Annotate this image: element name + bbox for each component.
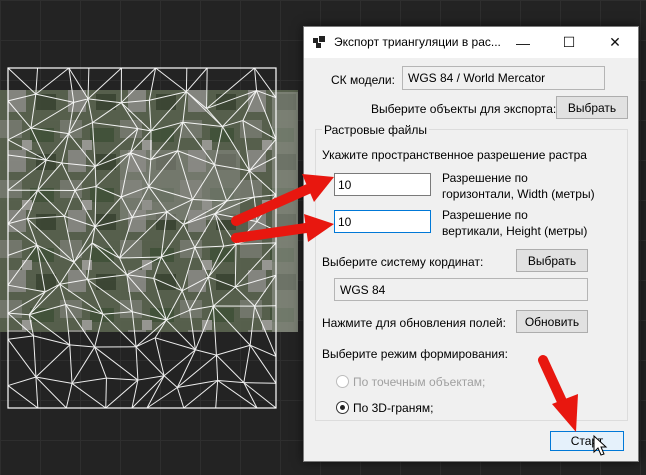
height-input[interactable]: 10 xyxy=(334,210,431,233)
select-objects-label: Выберите объекты для экспорта: xyxy=(371,102,557,116)
mesh-edge xyxy=(155,67,187,93)
mesh-edge xyxy=(69,344,95,348)
coord-system-value: WGS 84 xyxy=(340,283,386,297)
mesh-edge xyxy=(105,378,107,409)
height-label-line2: вертикали, Height (метры) xyxy=(442,224,588,238)
mesh-edge xyxy=(215,355,219,381)
mesh-edge xyxy=(35,344,71,378)
mesh-edge xyxy=(7,338,37,378)
mode-label: Выберите режим формирования: xyxy=(322,347,508,361)
width-label-line2: горизонтали, Width (метры) xyxy=(442,187,595,201)
maximize-button[interactable]: ☐ xyxy=(546,27,592,58)
mesh-edge xyxy=(71,377,107,384)
radio-3d-faces[interactable] xyxy=(336,401,349,414)
close-button[interactable]: ✕ xyxy=(592,27,638,58)
radio-point-objects-label: По точечным объектам; xyxy=(353,375,486,389)
cs-model-value: WGS 84 / World Mercator xyxy=(408,71,546,85)
mesh-edge xyxy=(215,380,219,409)
mesh-edge xyxy=(195,349,217,356)
mesh-edge xyxy=(217,380,258,409)
export-dialog: Экспорт триангуляции в рас... — ☐ ✕ СК м… xyxy=(303,26,639,462)
mesh-edge xyxy=(69,344,73,384)
mesh-edge xyxy=(243,382,277,384)
radio-point-objects[interactable] xyxy=(336,375,349,388)
maximize-icon: ☐ xyxy=(562,34,576,50)
mesh-edge xyxy=(65,383,73,409)
width-label-line1: Разрешение по xyxy=(442,171,528,185)
mesh-edge xyxy=(71,346,96,384)
mesh-edge xyxy=(163,375,178,388)
mesh-edge xyxy=(106,377,138,381)
mesh-edge xyxy=(243,345,251,383)
mesh-edge xyxy=(183,380,218,409)
mesh-edge xyxy=(35,377,39,409)
coord-system-select-button[interactable]: Выбрать xyxy=(516,249,588,272)
mesh-edge xyxy=(217,379,244,384)
app-icon xyxy=(313,36,325,48)
start-button[interactable]: Старт xyxy=(550,431,624,451)
mesh-edge xyxy=(135,337,156,348)
width-input[interactable]: 10 xyxy=(334,173,431,196)
mesh-edge xyxy=(254,67,258,91)
minimize-button[interactable]: — xyxy=(500,27,546,58)
refresh-label: Нажмите для обновления полей: xyxy=(322,316,506,330)
mesh-edge xyxy=(146,375,165,409)
coord-system-label: Выберите систему кординат: xyxy=(322,255,484,269)
close-icon: ✕ xyxy=(609,34,621,50)
mesh-edge xyxy=(176,349,196,388)
mesh-edge xyxy=(32,335,37,378)
raster-group-title: Растровые файлы xyxy=(322,123,430,137)
mesh-edge xyxy=(243,382,258,409)
minimize-icon: — xyxy=(516,34,530,51)
mesh-edge xyxy=(135,346,165,377)
window-title: Экспорт триангуляции в рас... xyxy=(334,35,501,49)
cs-model-field: WGS 84 / World Mercator xyxy=(402,66,605,90)
radio-3d-faces-label: По 3D-граням; xyxy=(353,401,434,415)
refresh-button[interactable]: Обновить xyxy=(516,310,588,333)
mesh-edge xyxy=(7,376,37,387)
mesh-edge xyxy=(7,385,39,409)
mesh-edge xyxy=(146,387,178,409)
resolution-hint: Укажите пространственное разрешение раст… xyxy=(322,148,587,162)
coord-system-field: WGS 84 xyxy=(334,278,588,301)
mesh-edge xyxy=(7,335,34,340)
mesh-edge xyxy=(154,337,165,376)
mesh-edge xyxy=(206,67,208,109)
mesh-edge xyxy=(176,387,185,409)
mesh-edge xyxy=(243,382,277,409)
select-objects-button[interactable]: Выбрать xyxy=(556,96,628,119)
mesh-edge xyxy=(135,346,139,381)
mesh-edge xyxy=(216,354,245,383)
radio-selected-dot xyxy=(340,405,345,410)
mesh-edge xyxy=(186,67,208,93)
title-bar[interactable]: Экспорт триангуляции в рас... — ☐ ✕ xyxy=(304,27,638,58)
mesh-edge xyxy=(163,349,196,377)
height-label-line1: Разрешение по xyxy=(442,208,528,222)
cs-model-label: СК модели: xyxy=(331,73,395,87)
mesh-edge xyxy=(177,379,218,388)
mesh-edge xyxy=(216,344,251,356)
mesh-edge xyxy=(71,383,107,409)
